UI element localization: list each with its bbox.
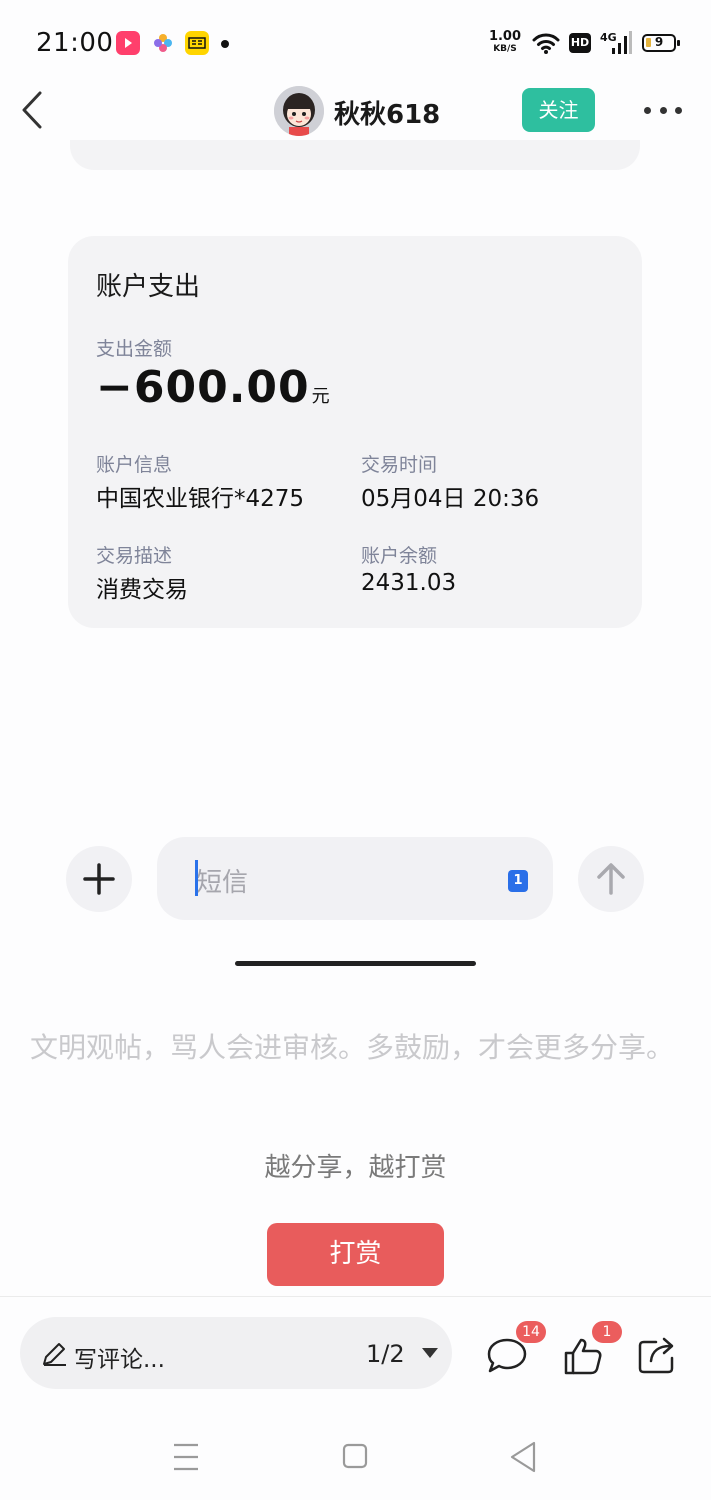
reward-button[interactable]: 打赏 bbox=[267, 1223, 444, 1286]
amount-number: −600.00 bbox=[96, 362, 310, 413]
sms-input-placeholder: 短信 bbox=[196, 868, 249, 898]
triangle-back-icon bbox=[510, 1441, 536, 1473]
transaction-desc-value: 消费交易 bbox=[96, 577, 188, 603]
notification-dot-icon bbox=[221, 40, 229, 48]
status-time: 21:00 bbox=[36, 28, 114, 58]
plus-icon bbox=[83, 863, 115, 895]
previous-message-card bbox=[70, 140, 640, 170]
caret-down-icon[interactable] bbox=[420, 1345, 440, 1365]
account-info-label: 账户信息 bbox=[96, 454, 173, 476]
menu-icon bbox=[174, 1443, 198, 1471]
more-options-button[interactable] bbox=[644, 100, 682, 120]
pinwheel-app-icon bbox=[151, 31, 175, 55]
comment-placeholder: 写评论... bbox=[74, 1347, 165, 1373]
screenshot-home-indicator bbox=[235, 961, 476, 966]
add-attachment-button[interactable] bbox=[66, 846, 132, 912]
network-speed-unit: KB/S bbox=[493, 44, 517, 54]
text-cursor bbox=[195, 860, 198, 896]
arrow-up-icon bbox=[597, 863, 625, 895]
pencil-icon bbox=[40, 1340, 68, 1372]
account-info-value: 中国农业银行*4275 bbox=[96, 486, 305, 512]
video-app-icon bbox=[116, 31, 140, 55]
network-speed-value: 1.00 bbox=[488, 29, 522, 44]
back-button[interactable] bbox=[14, 88, 54, 132]
amount-value: −600.00 元 bbox=[96, 362, 331, 413]
wifi-icon bbox=[532, 32, 560, 58]
more-dot-icon bbox=[659, 106, 667, 114]
balance-value: 2431.03 bbox=[361, 570, 457, 596]
transaction-time-label: 交易时间 bbox=[361, 454, 438, 476]
more-dot-icon bbox=[644, 106, 651, 114]
amount-unit: 元 bbox=[311, 386, 331, 407]
bottom-divider bbox=[0, 1296, 711, 1297]
nav-home-button[interactable] bbox=[325, 1437, 385, 1477]
network-speed: 1.00 KB/S bbox=[487, 29, 523, 55]
community-notice: 文明观帖，骂人会进审核。多鼓励，才会更多分享。 bbox=[30, 1031, 675, 1064]
status-bar: 21:00 1.00 KB/S HD 4G 9 bbox=[0, 0, 711, 88]
battery-icon: 9 bbox=[642, 34, 680, 52]
hd-icon: HD bbox=[569, 33, 591, 53]
share-button[interactable] bbox=[636, 1334, 680, 1376]
balance-label: 账户余额 bbox=[361, 545, 438, 567]
page-indicator[interactable]: 1/2 bbox=[366, 1340, 405, 1368]
reward-hint: 越分享，越打赏 bbox=[264, 1153, 447, 1183]
send-button[interactable] bbox=[578, 846, 644, 912]
comment-count-badge: 14 bbox=[516, 1321, 546, 1343]
square-icon bbox=[342, 1443, 368, 1469]
news-app-icon bbox=[185, 31, 209, 55]
nav-back-button[interactable] bbox=[494, 1437, 554, 1477]
amount-label: 支出金额 bbox=[96, 338, 173, 360]
more-dot-icon bbox=[675, 106, 682, 114]
transaction-desc-label: 交易描述 bbox=[96, 545, 173, 567]
avatar[interactable] bbox=[274, 86, 324, 136]
username[interactable]: 秋秋618 bbox=[334, 94, 440, 131]
chevron-left-icon bbox=[22, 91, 42, 129]
signal-icon: 4G bbox=[600, 31, 632, 55]
battery-level: 9 bbox=[654, 35, 664, 49]
like-count-badge: 1 bbox=[592, 1321, 622, 1343]
follow-button[interactable]: 关注 bbox=[522, 88, 595, 132]
share-icon bbox=[638, 1337, 674, 1374]
transaction-time-value: 05月04日 20:36 bbox=[361, 486, 540, 512]
nav-menu-button[interactable] bbox=[156, 1437, 216, 1477]
sim-card-icon[interactable]: 1 bbox=[508, 870, 528, 892]
card-title: 账户支出 bbox=[96, 272, 201, 302]
